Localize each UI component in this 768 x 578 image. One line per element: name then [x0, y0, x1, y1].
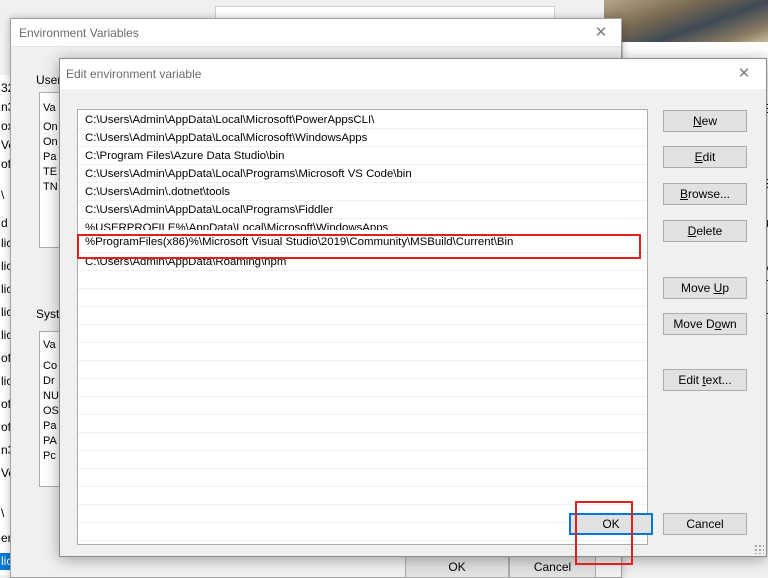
path-row-empty[interactable]	[78, 289, 647, 307]
close-icon[interactable]: ✕	[581, 19, 621, 47]
path-row[interactable]: C:\Users\Admin\AppData\Roaming\npm	[78, 253, 647, 271]
button-text: ext...	[705, 373, 732, 387]
close-icon[interactable]: ✕	[722, 59, 766, 89]
ok-button[interactable]: OK	[569, 513, 653, 535]
button-accelerator: B	[679, 187, 688, 201]
path-row-empty[interactable]	[78, 325, 647, 343]
resize-grip-icon[interactable]	[754, 544, 764, 554]
path-row[interactable]: %USERPROFILE%\AppData\Local\Microsoft\Wi…	[78, 219, 647, 230]
path-row-empty[interactable]	[78, 307, 647, 325]
edit-environment-variable-dialog: Edit environment variable ✕ C:\Users\Adm…	[59, 58, 767, 557]
button-text: p	[722, 281, 730, 295]
path-row-empty[interactable]	[78, 451, 647, 469]
button-accelerator: N	[692, 114, 702, 128]
path-row-selected[interactable]: %ProgramFiles(x86)%\Microsoft Visual Stu…	[78, 234, 647, 253]
button-text: dit	[702, 150, 716, 164]
delete-button[interactable]: Delete	[663, 220, 747, 242]
path-row-empty[interactable]	[78, 397, 647, 415]
move-down-button[interactable]: Move Down	[663, 313, 747, 335]
edit-button[interactable]: Edit	[663, 146, 747, 168]
path-row-empty[interactable]	[78, 523, 647, 541]
window-title: Environment Variables	[19, 26, 139, 40]
button-text: wn	[721, 317, 737, 331]
button-text: Move D	[673, 317, 715, 331]
button-text: Move	[680, 281, 714, 295]
move-up-button[interactable]: Move Up	[663, 277, 747, 299]
path-row-empty[interactable]	[78, 487, 647, 505]
path-row[interactable]: C:\Users\Admin\AppData\Local\Programs\Mi…	[78, 165, 647, 183]
user-variables-label: User	[36, 73, 62, 87]
cancel-button[interactable]: Cancel	[663, 513, 747, 535]
edit-text-button[interactable]: Edit text...	[663, 369, 747, 391]
button-accelerator: E	[694, 150, 703, 164]
new-button[interactable]: New	[663, 110, 747, 132]
button-accelerator: D	[687, 224, 697, 238]
path-row-empty[interactable]	[78, 415, 647, 433]
path-row[interactable]: C:\Users\Admin\AppData\Local\Microsoft\P…	[78, 111, 647, 129]
button-text: elete	[696, 224, 723, 238]
path-row-empty[interactable]	[78, 469, 647, 487]
window-title-bar: Environment Variables ✕	[11, 19, 621, 47]
path-row[interactable]: C:\Users\Admin\AppData\Local\Programs\Fi…	[78, 201, 647, 219]
dialog-title-bar: Edit environment variable ✕	[60, 59, 766, 89]
path-row-empty[interactable]	[78, 271, 647, 289]
path-row[interactable]: C:\Users\Admin\.dotnet\tools	[78, 183, 647, 201]
path-row[interactable]: C:\Users\Admin\AppData\Local\Microsoft\W…	[78, 129, 647, 147]
path-list[interactable]: C:\Users\Admin\AppData\Local\Microsoft\P…	[77, 109, 648, 545]
button-text: ew	[701, 114, 717, 128]
path-row[interactable]: C:\Program Files\Azure Data Studio\bin	[78, 147, 647, 165]
path-row-empty[interactable]	[78, 379, 647, 397]
button-text: rowse...	[688, 187, 731, 201]
browse-button[interactable]: Browse...	[663, 183, 747, 205]
path-row-empty[interactable]	[78, 361, 647, 379]
path-row-empty[interactable]	[78, 433, 647, 451]
path-row-empty[interactable]	[78, 505, 647, 523]
path-row-empty[interactable]	[78, 343, 647, 361]
dialog-title: Edit environment variable	[66, 67, 202, 81]
background-image	[604, 0, 768, 42]
button-text: Edit	[678, 373, 703, 387]
